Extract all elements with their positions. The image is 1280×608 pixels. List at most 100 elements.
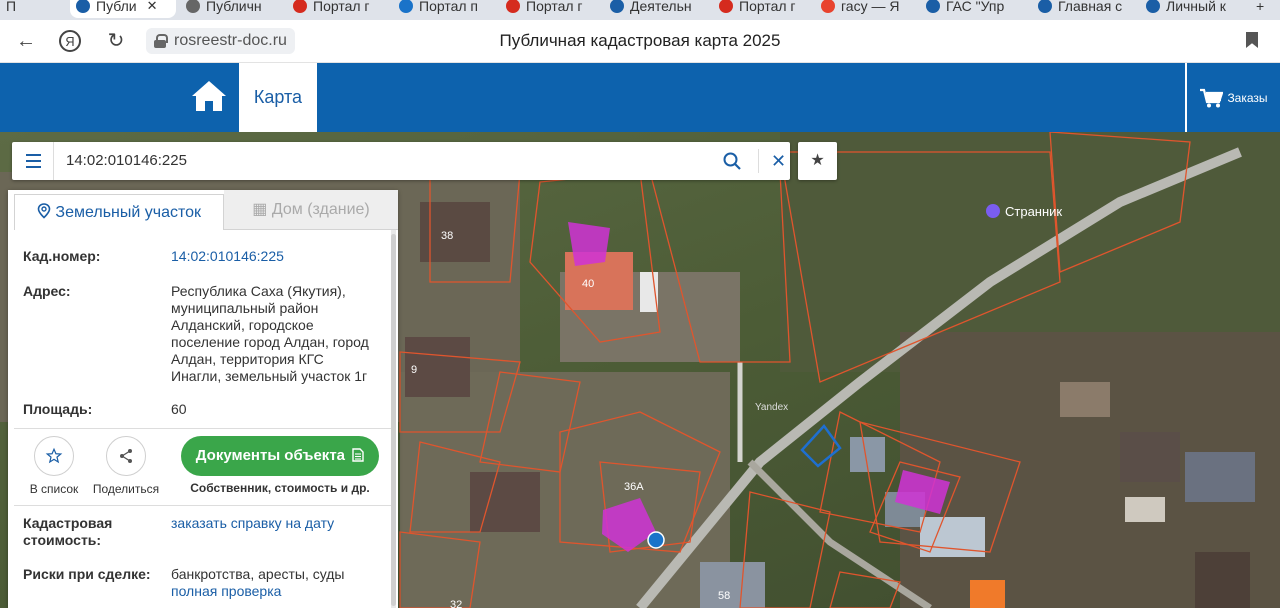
browser-tab[interactable]: Портал г (713, 0, 809, 18)
area-label: Площадь: (23, 401, 93, 417)
new-tab-button[interactable]: + (1250, 0, 1280, 18)
browser-tab[interactable]: Главная с (1032, 0, 1132, 18)
full-check-link[interactable]: полная проверка (171, 583, 371, 600)
browser-tab[interactable]: гасу — Я (815, 0, 913, 18)
home-icon[interactable] (190, 79, 228, 113)
highlight-parcel[interactable] (568, 222, 610, 266)
hamburger-icon-line (26, 166, 41, 168)
star-icon[interactable]: ★ (798, 142, 837, 180)
cadastral-cost-label-2: стоимость: (23, 532, 102, 548)
building (970, 580, 1005, 608)
browser-address-bar: ← Я ↻ rosreestr-doc.ru Публичная кадастр… (0, 20, 1280, 63)
object-documents-button[interactable]: Документы объекта (181, 436, 379, 476)
cad-number-value[interactable]: 14:02:010146:225 (171, 248, 371, 265)
address-value: Республика Саха (Якутия), муниципальный … (171, 283, 369, 384)
divider (14, 505, 392, 506)
panel-scrollbar[interactable] (391, 230, 396, 608)
tab-label: Главная с (1058, 0, 1123, 14)
building (1120, 432, 1180, 482)
tab-label: Портал г (526, 0, 583, 14)
tab-favicon-icon (506, 0, 520, 13)
house-number-label: 38 (441, 230, 453, 242)
back-arrow-icon[interactable]: ← (14, 29, 38, 53)
browser-tab[interactable]: Личный к (1140, 0, 1240, 18)
orders-button[interactable]: Заказы (1185, 63, 1280, 132)
tab-label: П (6, 0, 17, 14)
add-to-list-label: В список (29, 482, 79, 496)
tab-favicon-icon (399, 0, 413, 13)
building (700, 562, 765, 608)
yandex-icon[interactable]: Я (58, 29, 82, 53)
cadastral-cost-row: Кадастровая стоимость: (23, 515, 163, 549)
object-info-panel: ▦ Дом (здание) Земельный участок Кад.ном… (8, 190, 398, 608)
building (1185, 452, 1255, 502)
url-text: rosreestr-doc.ru (174, 32, 287, 49)
yandex-watermark: Yandex (755, 402, 788, 413)
tab-label: Портал п (419, 0, 479, 14)
star-outline-icon (45, 447, 63, 464)
browser-tab[interactable]: Публичн (180, 0, 280, 18)
search-icon[interactable] (722, 151, 742, 171)
browser-tab[interactable]: Портал п (393, 0, 493, 18)
tab-land-plot-label: Земельный участок (55, 204, 202, 221)
browser-tab-strip: П Публи ✕ Публичн Портал г Портал п Портал г Де… (0, 0, 1280, 20)
browser-tab[interactable]: Публи ✕ (70, 0, 176, 18)
document-icon (352, 448, 364, 462)
transaction-risks-label: Риски при сделке: (23, 566, 151, 582)
browser-tab[interactable]: Портал г (500, 0, 598, 18)
cadastral-search-bar: ✕ (12, 142, 790, 180)
tab-land-plot[interactable]: Земельный участок (14, 194, 224, 230)
panel-tabs: ▦ Дом (здание) Земельный участок (8, 190, 398, 230)
browser-tab[interactable]: ГАС "Упр (920, 0, 1024, 18)
poi-icon[interactable] (986, 204, 1000, 218)
yard-area (400, 372, 730, 608)
site-header: Карта Заказы (0, 63, 1280, 132)
reload-icon[interactable]: ↻ (104, 29, 128, 53)
building (470, 472, 540, 532)
house-number-label: 40 (582, 278, 594, 290)
house-number-label: 36А (624, 481, 644, 493)
cadastral-cost-label-1: Кадастровая (23, 515, 113, 531)
area-value: 60 (171, 401, 187, 417)
tab-label: Публи (96, 0, 137, 14)
browser-tab[interactable]: П (0, 0, 45, 18)
tab-building[interactable]: ▦ Дом (здание) (224, 190, 398, 230)
object-documents-subtitle: Собственник, стоимость и др. (190, 481, 370, 495)
house-number-label: 58 (718, 590, 730, 602)
tab-favicon-icon (1038, 0, 1052, 13)
bookmark-icon[interactable] (1246, 32, 1258, 48)
cart-icon (1200, 88, 1224, 107)
browser-tab[interactable]: Деятельн (604, 0, 704, 18)
scrollbar-thumb[interactable] (391, 234, 396, 606)
share-label: Поделиться (92, 482, 160, 496)
tab-label: гасу — Я (841, 0, 900, 14)
transaction-risks-value: банкротства, аресты, суды (171, 566, 345, 582)
map-tab[interactable]: Карта (239, 63, 317, 132)
browser-tab[interactable]: Портал г (287, 0, 387, 18)
location-marker (647, 531, 665, 549)
search-input[interactable] (66, 142, 706, 180)
close-icon[interactable]: ✕ (147, 0, 158, 14)
cadastral-cost-link[interactable]: заказать справку на дату (171, 515, 371, 532)
share-icon (120, 449, 132, 463)
share-button[interactable]: Поделиться (90, 436, 162, 496)
lock-icon (154, 34, 168, 48)
building (1195, 552, 1250, 608)
tab-label: Личный к (1166, 0, 1226, 14)
building (1060, 382, 1110, 417)
poi-label[interactable]: Странник (1005, 204, 1062, 219)
tab-building-label: Дом (здание) (271, 201, 370, 218)
address-label: Адрес: (23, 283, 71, 299)
menu-button[interactable] (12, 142, 54, 180)
tab-favicon-icon (76, 0, 90, 13)
add-to-list-button[interactable]: В список (28, 436, 80, 496)
tab-favicon-icon (719, 0, 733, 13)
area-row: Площадь: (23, 401, 92, 418)
building-icon: ▦ (252, 201, 268, 218)
tab-favicon-icon (1146, 0, 1160, 13)
share-circle (106, 436, 146, 476)
house-number-label: 9 (411, 364, 417, 376)
url-field[interactable]: rosreestr-doc.ru (146, 28, 295, 54)
tab-label: Портал г (313, 0, 370, 14)
close-icon[interactable]: ✕ (758, 149, 790, 173)
